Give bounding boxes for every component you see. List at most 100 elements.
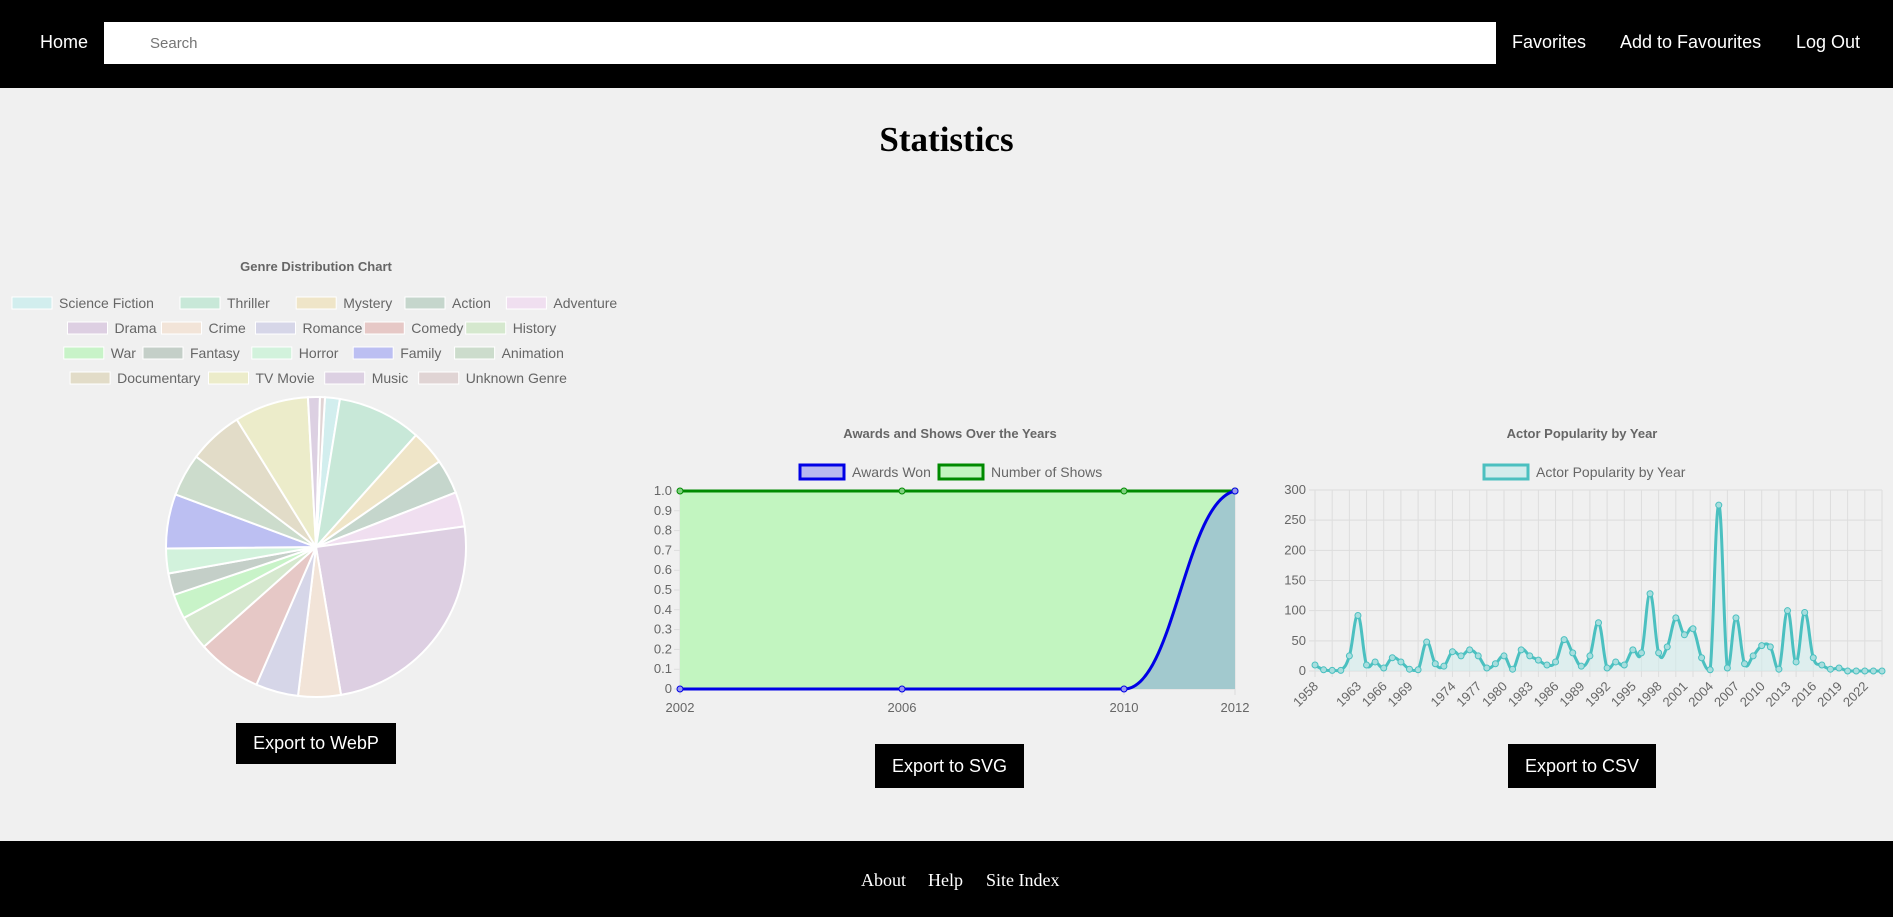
x-tick-label: 1958	[1290, 679, 1321, 710]
export-svg-button[interactable]: Export to SVG	[875, 744, 1024, 788]
y-tick-label: 50	[1292, 633, 1306, 648]
search-input[interactable]	[150, 22, 1480, 64]
popularity-point	[1766, 643, 1774, 651]
awards-point	[676, 685, 684, 693]
x-tick-label: 2012	[1221, 700, 1250, 715]
y-tick-label: 150	[1284, 573, 1306, 588]
popularity-point	[1328, 666, 1336, 674]
legend-label: Animation	[502, 345, 564, 361]
legend-swatch	[295, 296, 337, 310]
x-tick-label: 1969	[1385, 679, 1416, 710]
popularity-point	[1620, 661, 1628, 669]
popularity-point	[1680, 631, 1688, 639]
legend-label: Action	[452, 295, 491, 311]
popularity-point	[1397, 658, 1405, 666]
popularity-point	[1809, 654, 1817, 662]
y-tick-label: 0.4	[654, 602, 672, 617]
popularity-point	[1878, 667, 1886, 675]
legend-label: History	[513, 320, 557, 336]
legend-label: Documentary	[117, 370, 200, 386]
nav-log-out-link[interactable]: Log Out	[1796, 32, 1860, 53]
legend-label: Adventure	[553, 295, 617, 311]
genre-distribution-chart: Genre Distribution Chart Science Fiction T…	[11, 259, 617, 698]
x-tick-label: 1974	[1428, 679, 1459, 710]
search-bar[interactable]	[104, 22, 1496, 64]
popularity-point	[1552, 658, 1560, 666]
export-webp-button[interactable]: Export to WebP	[236, 723, 396, 764]
nav-favorites-link[interactable]: Favorites	[1512, 32, 1586, 53]
legend-swatch	[418, 371, 460, 385]
popularity-point	[1801, 608, 1809, 616]
popularity-point	[1869, 667, 1877, 675]
popularity-point	[1741, 660, 1749, 668]
x-tick-label: 2002	[666, 700, 695, 715]
legend-swatch	[363, 321, 405, 335]
legend-swatch	[161, 321, 202, 335]
legend-swatch	[251, 346, 293, 360]
footer-site-index-link[interactable]: Site Index	[986, 870, 1060, 891]
popularity-point	[1646, 590, 1654, 598]
legend-swatch	[255, 321, 296, 335]
popularity-point	[1491, 660, 1499, 668]
awards-point	[898, 685, 906, 693]
shows-point	[1120, 487, 1128, 495]
popularity-point	[1818, 661, 1826, 669]
pie-slice	[314, 525, 467, 697]
legend-swatch	[505, 296, 547, 310]
popularity-point	[1517, 646, 1525, 654]
footer-about-link[interactable]: About	[861, 870, 906, 891]
x-tick-label: 2013	[1763, 679, 1794, 710]
legend-swatch	[937, 463, 985, 481]
popularity-point	[1414, 666, 1422, 674]
popularity-point	[1448, 648, 1456, 656]
legend-label: Romance	[303, 320, 363, 336]
legend-label: Family	[400, 345, 441, 361]
legend-label: War	[111, 345, 136, 361]
page-title: Statistics	[879, 120, 1014, 159]
popularity-point	[1715, 501, 1723, 509]
x-tick-label: 2022	[1840, 679, 1871, 710]
popularity-point	[1543, 661, 1551, 669]
popularity-point	[1406, 665, 1413, 673]
popularity-point	[1595, 619, 1602, 627]
popularity-point	[1354, 611, 1362, 619]
footer-help-link[interactable]: Help	[928, 870, 963, 891]
popularity-point	[1577, 662, 1585, 670]
nav-home-link[interactable]: Home	[40, 32, 88, 53]
popularity-point	[1723, 664, 1731, 672]
popularity-point	[1380, 664, 1388, 672]
popularity-point	[1835, 664, 1843, 672]
x-tick-label: 1963	[1333, 679, 1364, 710]
popularity-point	[1655, 649, 1663, 657]
popularity-point	[1698, 654, 1706, 662]
popularity-point	[1749, 652, 1757, 660]
popularity-point	[1689, 625, 1697, 633]
x-tick-label: 1966	[1359, 679, 1390, 710]
popularity-point	[1509, 665, 1517, 673]
y-tick-label: 250	[1284, 512, 1306, 527]
legend-label: Horror	[299, 345, 339, 361]
y-tick-label: 0	[665, 681, 672, 696]
popularity-point	[1431, 660, 1439, 668]
y-tick-label: 0.2	[654, 641, 672, 656]
popularity-point	[1672, 614, 1680, 622]
legend-label: Crime	[209, 320, 247, 336]
y-tick-label: 0.1	[654, 661, 672, 676]
nav-add-to-favourites-link[interactable]: Add to Favourites	[1620, 32, 1761, 53]
popularity-point	[1629, 646, 1637, 654]
popularity-point	[1423, 638, 1431, 646]
shows-point	[898, 487, 906, 495]
legend-swatch	[63, 346, 105, 360]
popularity-point	[1526, 652, 1534, 660]
actor-popularity-chart: Actor Popularity by Year Actor Popularity…	[1284, 426, 1886, 710]
y-tick-label: 0.9	[654, 503, 672, 518]
legend-swatch	[1482, 463, 1530, 481]
chart-title: Genre Distribution Chart	[240, 259, 392, 274]
popularity-point	[1603, 664, 1611, 672]
popularity-point	[1826, 665, 1834, 673]
popularity-point	[1483, 664, 1491, 672]
popularity-point	[1474, 652, 1482, 660]
popularity-point	[1320, 666, 1328, 674]
export-csv-button[interactable]: Export to CSV	[1508, 744, 1656, 788]
x-tick-label: 2010	[1110, 700, 1139, 715]
